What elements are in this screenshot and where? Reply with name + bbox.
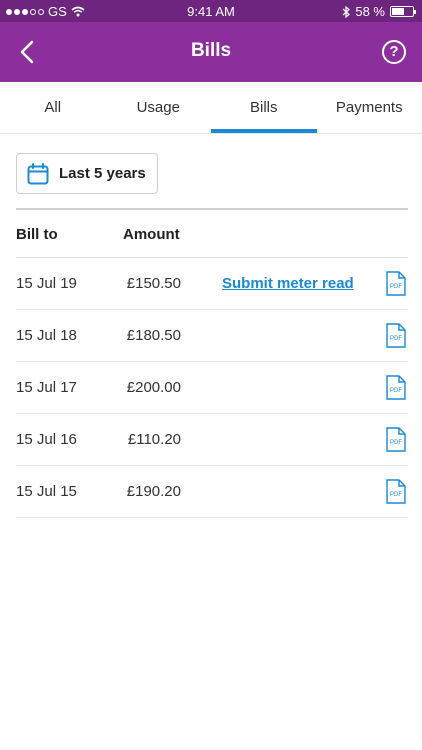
header-bill-to: Bill to (16, 226, 58, 243)
page-title: Bills (190, 40, 232, 61)
bill-date: 15 Jul 18 (16, 327, 77, 344)
status-bar: GS 9:41 AM 58 % (0, 0, 422, 22)
svg-text:PDF: PDF (390, 440, 402, 446)
svg-text:PDF: PDF (390, 492, 402, 498)
battery-percent: 58 % (355, 4, 385, 19)
pdf-icon[interactable]: PDF (386, 479, 406, 504)
table-row: 15 Jul 17 £200.00 PDF (16, 362, 408, 414)
tab-usage[interactable]: Usage (106, 82, 212, 133)
table-row: 15 Jul 19 £150.50 Submit meter read PDF (16, 258, 408, 310)
header-amount: Amount (123, 226, 180, 243)
help-icon[interactable]: ? (382, 40, 406, 64)
tab-bar: All Usage Bills Payments (0, 82, 422, 134)
pdf-icon[interactable]: PDF (386, 271, 406, 296)
table-row: 15 Jul 16 £110.20 PDF (16, 414, 408, 466)
pdf-icon[interactable]: PDF (386, 427, 406, 452)
bluetooth-icon (342, 5, 351, 18)
tab-payments[interactable]: Payments (317, 82, 422, 133)
submit-meter-read-link[interactable]: Submit meter read (222, 275, 354, 292)
date-range-filter-button[interactable]: Last 5 years (16, 153, 158, 194)
bill-date: 15 Jul 16 (16, 431, 77, 448)
svg-text:PDF: PDF (390, 284, 402, 290)
bill-amount: £110.20 (127, 431, 181, 448)
battery-icon (390, 6, 416, 17)
table-row: 15 Jul 15 £190.20 PDF (16, 466, 408, 518)
svg-text:PDF: PDF (390, 336, 402, 342)
bill-date: 15 Jul 19 (16, 275, 77, 292)
tab-bills[interactable]: Bills (211, 82, 317, 133)
nav-bar: Bills ? (0, 22, 422, 82)
pdf-icon[interactable]: PDF (386, 375, 406, 400)
bill-amount: £190.20 (126, 483, 181, 500)
pdf-icon[interactable]: PDF (386, 323, 406, 348)
tab-all[interactable]: All (0, 82, 106, 133)
svg-text:PDF: PDF (390, 388, 402, 394)
bill-amount: £150.50 (126, 275, 181, 292)
date-range-label: Last 5 years (59, 165, 146, 182)
table-header: Bill to Amount (16, 210, 408, 258)
bill-date: 15 Jul 17 (16, 379, 77, 396)
bill-date: 15 Jul 15 (16, 483, 77, 500)
bills-table: Bill to Amount 15 Jul 19 £150.50 Submit … (16, 208, 408, 518)
status-right: 58 % (342, 4, 416, 19)
bill-amount: £200.00 (126, 379, 181, 396)
table-row: 15 Jul 18 £180.50 PDF (16, 310, 408, 362)
bill-amount: £180.50 (126, 327, 181, 344)
calendar-icon (27, 162, 49, 184)
